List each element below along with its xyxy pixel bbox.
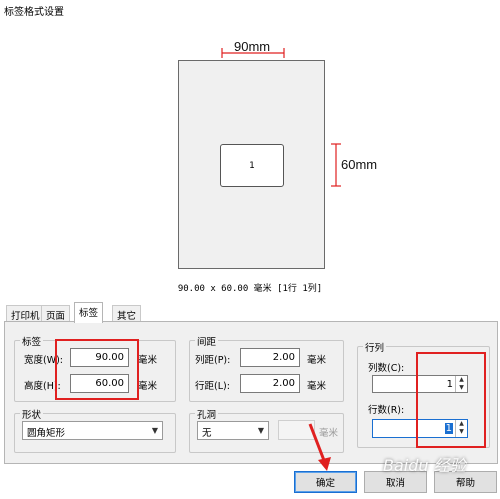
chevron-down-icon: ▼ [257, 426, 264, 435]
columns-count-label: 列数(C): [368, 363, 405, 374]
column-spacing-label: 列距(P): [195, 355, 231, 366]
column-spacing-input[interactable]: 2.00 [240, 348, 300, 367]
window-title: 标签格式设置 [4, 7, 64, 18]
width-dimension-label: 90mm [234, 39, 271, 54]
height-unit: 毫米 [138, 381, 158, 392]
cancel-button-label: 取消 [385, 478, 405, 489]
chevron-down-icon: ▼ [151, 426, 158, 435]
rowcol-group-title: 行列 [363, 340, 387, 354]
tab-label-label: 标签 [79, 308, 99, 319]
label-group-title: 标签 [20, 334, 44, 348]
hole-group-title: 孔洞 [195, 407, 219, 421]
hole-select[interactable]: 无 ▼ [197, 421, 269, 440]
ok-button[interactable]: 确定 [294, 471, 357, 493]
shape-select-value: 圆角矩形 [27, 428, 66, 439]
spacing-group-title: 间距 [195, 334, 219, 348]
shape-group-title: 形状 [20, 407, 44, 421]
tab-printer[interactable]: 打印机 [6, 305, 45, 322]
ok-button-label: 确定 [315, 478, 335, 489]
highlight-box-rowcol [416, 352, 486, 448]
row-spacing-input[interactable]: 2.00 [240, 374, 300, 393]
label-preview: 1 [220, 144, 284, 187]
rows-count-label: 行数(R): [368, 405, 405, 416]
watermark: Baidu 经验 [383, 456, 466, 475]
label-number: 1 [249, 160, 255, 171]
width-unit: 毫米 [138, 355, 158, 366]
size-summary: 90.00 x 60.00 毫米 [1行 1列] [177, 284, 323, 294]
height-dimension-label: 60mm [341, 157, 378, 172]
title-bar [0, 0, 500, 20]
tab-other[interactable]: 其它 [112, 305, 142, 322]
tab-page[interactable]: 页面 [41, 305, 71, 322]
highlight-box-label-size [55, 339, 139, 400]
column-spacing-unit: 毫米 [307, 355, 327, 366]
hole-size-input[interactable] [278, 420, 315, 440]
help-button-label: 帮助 [455, 478, 475, 489]
hole-size-unit: 毫米 [319, 428, 339, 439]
row-spacing-unit: 毫米 [307, 381, 327, 392]
row-spacing-label: 行距(L): [195, 381, 230, 392]
tab-label[interactable]: 标签 [74, 302, 104, 323]
hole-select-value: 无 [202, 428, 212, 439]
shape-select[interactable]: 圆角矩形 ▼ [22, 421, 163, 440]
